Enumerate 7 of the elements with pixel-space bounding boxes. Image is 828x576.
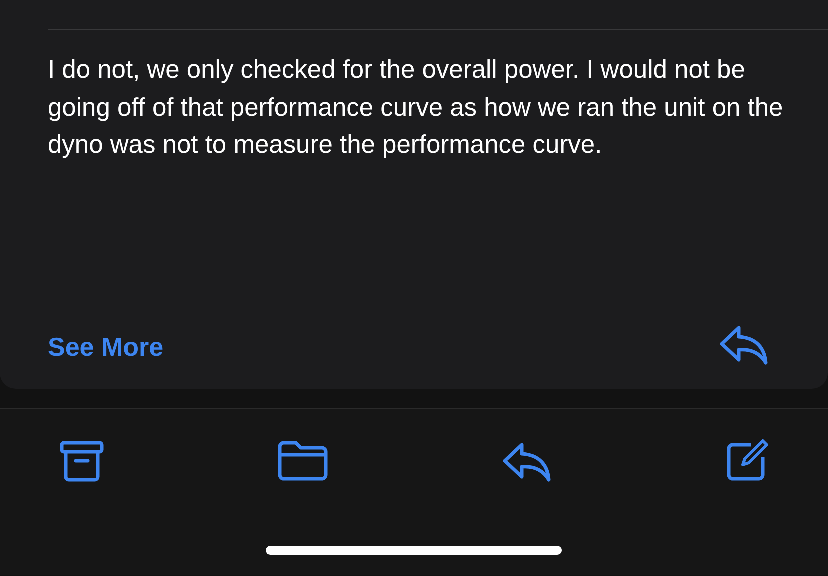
message-body: I do not, we only checked for the overall power. I would not be going off of that performance curve as how we ran the unit on the dyno was not to measure the performance curve. — [48, 55, 784, 161]
reply-icon[interactable] — [502, 441, 552, 483]
see-more-link[interactable]: See More — [48, 330, 164, 364]
archive-icon[interactable] — [60, 441, 104, 483]
folder-icon[interactable] — [278, 441, 328, 481]
compose-icon[interactable] — [725, 437, 771, 483]
reply-icon[interactable] — [719, 324, 769, 366]
